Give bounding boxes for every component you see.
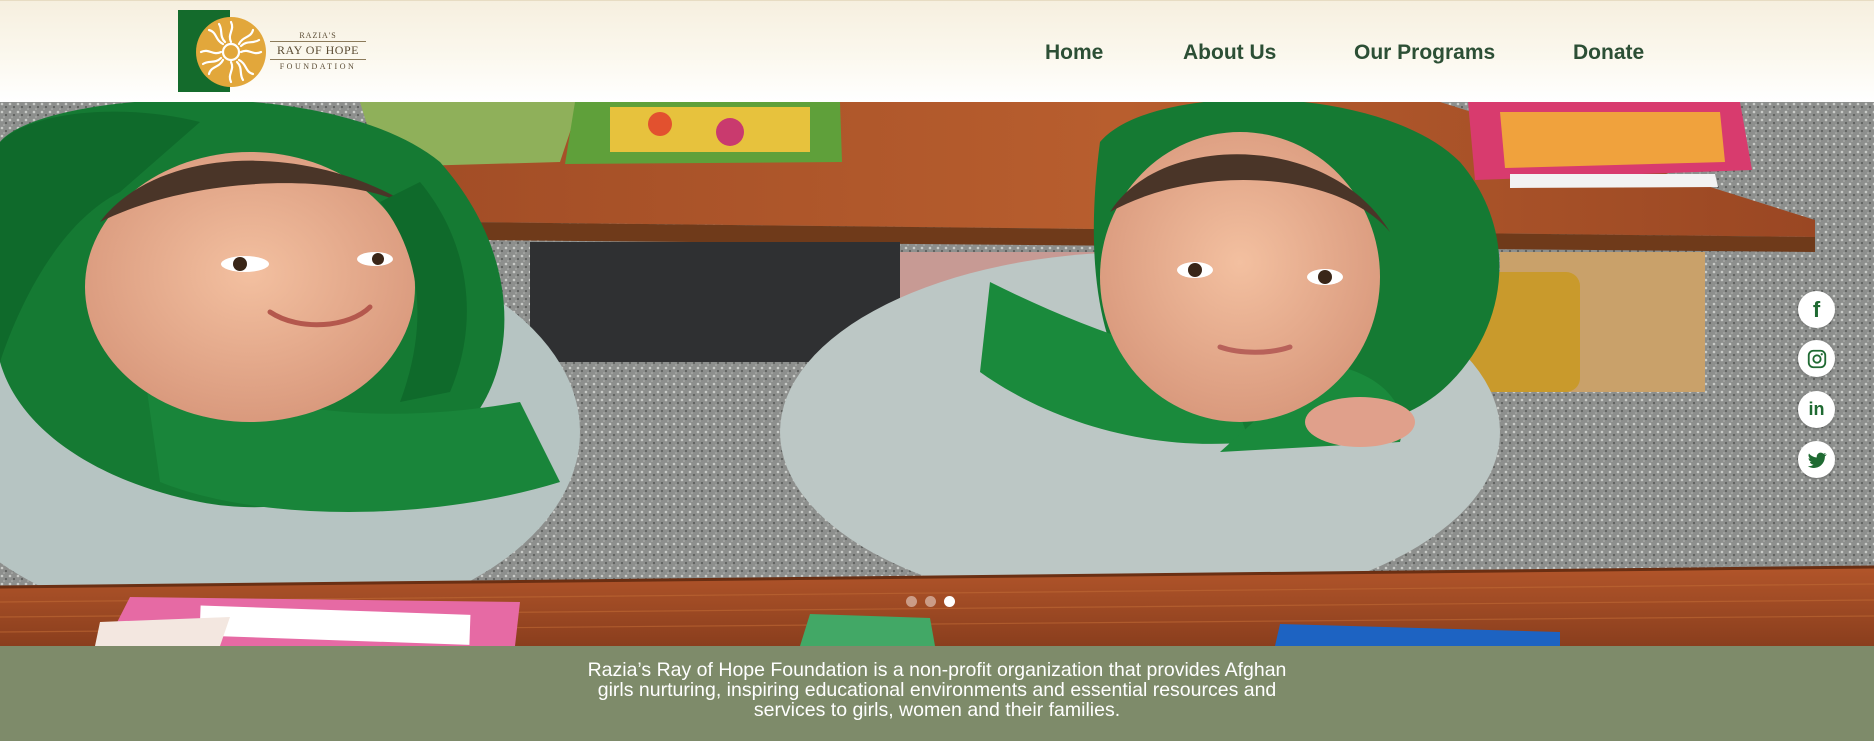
logo-line-2: RAY OF HOPE: [270, 41, 366, 60]
instagram-glyph: [1807, 349, 1826, 368]
hero-carousel[interactable]: [0, 102, 1874, 646]
carousel-dot-2[interactable]: [925, 596, 936, 607]
linkedin-icon[interactable]: in: [1798, 391, 1835, 428]
mission-banner: Razia’s Ray of Hope Foundation is a non-…: [0, 646, 1874, 741]
carousel-dot-1[interactable]: [906, 596, 917, 607]
sun-icon: [196, 17, 266, 87]
twitter-glyph: [1807, 452, 1827, 468]
facebook-icon[interactable]: f: [1798, 291, 1835, 328]
nav-our-programs[interactable]: Our Programs: [1354, 41, 1495, 65]
nav-home[interactable]: Home: [1045, 41, 1103, 65]
linkedin-glyph: in: [1808, 399, 1825, 419]
foundation-logo[interactable]: RAZIA'S RAY OF HOPE FOUNDATION: [178, 10, 366, 92]
carousel-dot-3[interactable]: [944, 596, 955, 607]
hero-photo: [0, 102, 1874, 646]
site-header: RAZIA'S RAY OF HOPE FOUNDATION Home Abou…: [0, 0, 1874, 102]
logo-line-3: FOUNDATION: [279, 62, 357, 71]
facebook-glyph: f: [1812, 296, 1821, 322]
twitter-icon[interactable]: [1798, 441, 1835, 478]
logo-line-1: RAZIA'S: [299, 31, 337, 40]
mission-statement: Razia’s Ray of Hope Foundation is a non-…: [587, 659, 1287, 721]
nav-about-us[interactable]: About Us: [1183, 41, 1276, 65]
logo-wordmark: RAZIA'S RAY OF HOPE FOUNDATION: [270, 31, 366, 71]
instagram-icon[interactable]: [1798, 340, 1835, 377]
nav-donate[interactable]: Donate: [1573, 41, 1644, 65]
